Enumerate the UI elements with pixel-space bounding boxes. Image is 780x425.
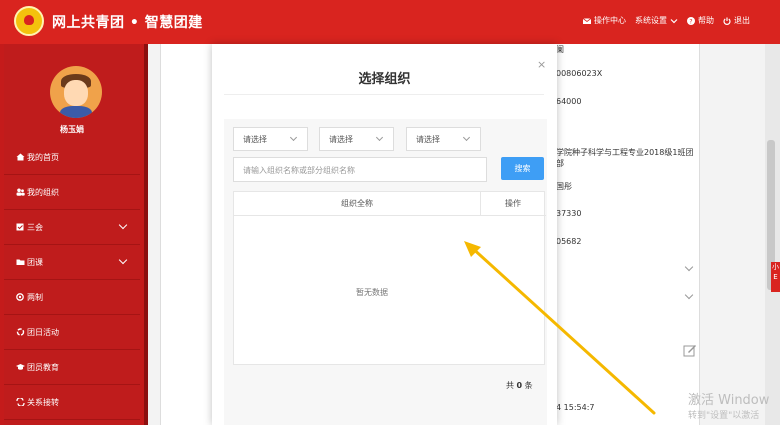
empty-state-text: 暂无数据 (356, 288, 388, 297)
sidebar-item-label: 我的组织 (27, 187, 59, 197)
total-suffix: 条 (524, 381, 533, 390)
avatar-face (64, 80, 88, 106)
sidebar-item-label: 关系接转 (27, 397, 59, 407)
total-count: 共 0 条 (506, 380, 533, 391)
graduation-icon (16, 364, 25, 370)
transfer-icon (16, 398, 25, 406)
floating-tab[interactable]: 小 E (771, 262, 780, 292)
sidebar-item-activity[interactable]: 团日活动 (4, 315, 140, 350)
league-logo-icon (14, 6, 44, 36)
svg-text:?: ? (689, 18, 692, 25)
bg-text: 00806023X (556, 69, 603, 78)
sidebar-item-label: 团日活动 (27, 327, 59, 337)
home-icon (16, 153, 25, 161)
brand-title: 网上共青团 • 智慧团建 (52, 15, 203, 31)
org-level-2-select[interactable]: 请选择 (319, 127, 394, 151)
recycle-icon (16, 328, 25, 336)
bg-text: 国彤 (556, 182, 572, 191)
search-button[interactable]: 搜索 (501, 157, 544, 180)
chevron-down-icon (462, 133, 471, 142)
help-link[interactable]: ? 帮助 (687, 15, 714, 26)
question-icon: ? (687, 16, 695, 25)
column-header-operation: 操作 (505, 199, 521, 208)
top-header: 网上共青团 • 智慧团建 操作中心 系统设置 ? 帮助 退出 (0, 0, 780, 44)
sidebar-item-label: 三会 (27, 222, 43, 232)
settings-menu[interactable]: 系统设置 (635, 15, 678, 26)
org-search-input[interactable]: 请输入组织名称或部分组织名称 (233, 157, 487, 182)
sidebar-item-label: 我的首页 (27, 152, 59, 162)
circle-icon (16, 293, 24, 301)
select-org-modal: 选择组织 × 请选择 请选择 请选择 请输入组织名称或部分组织名称 搜索 组织全… (212, 44, 557, 425)
table-header: 组织全称 操作 (234, 192, 546, 216)
bg-text: 37330 (556, 209, 582, 218)
avatar[interactable] (50, 66, 102, 118)
sidebar-item-my-org[interactable]: 我的组织 (4, 175, 140, 210)
edit-icon[interactable] (683, 343, 697, 357)
org-table: 组织全称 操作 暂无数据 (233, 191, 546, 365)
chevron-down-icon (118, 255, 128, 265)
bg-text: 05682 (556, 237, 582, 246)
sidebar-item-liangzhi[interactable]: 两制 (4, 280, 140, 315)
chevron-down-icon (670, 18, 678, 23)
group-icon (16, 188, 25, 196)
logout-label: 退出 (734, 16, 750, 25)
windows-watermark-sub: 转到"设置"以激活 (688, 411, 760, 421)
logout-link[interactable]: 退出 (723, 15, 750, 26)
bg-text: 4 15:54:7 (556, 403, 595, 412)
modal-body: 请选择 请选择 请选择 请输入组织名称或部分组织名称 搜索 组织全称 操作 暂无… (224, 119, 547, 425)
top-nav: 操作中心 系统设置 ? 帮助 退出 (583, 15, 750, 26)
sidebar-menu: 我的首页 我的组织 三会 团课 两制 团日活动 团员教育 关系接转 (4, 140, 140, 420)
sidebar-item-home[interactable]: 我的首页 (4, 140, 140, 175)
sidebar-item-sanhui[interactable]: 三会 (4, 210, 140, 245)
bg-text: 部 (556, 159, 564, 168)
folder-icon (16, 259, 25, 265)
select-value: 请选择 (416, 135, 440, 144)
chevron-down-icon (375, 133, 384, 142)
org-level-3-select[interactable]: 请选择 (406, 127, 481, 151)
select-value: 请选择 (243, 135, 267, 144)
avatar-body (60, 106, 92, 118)
modal-title: 选择组织 (358, 72, 411, 87)
username: 杨玉娟 (60, 125, 84, 134)
bg-text: 阑 (556, 45, 564, 54)
calendar-icon (16, 223, 24, 231)
mail-icon (583, 17, 591, 24)
divider (224, 94, 544, 95)
total-number: 0 (516, 381, 523, 390)
total-prefix: 共 (506, 381, 514, 390)
help-label: 帮助 (698, 16, 714, 25)
sidebar-item-label: 团员教育 (27, 362, 59, 372)
sidebar-item-tuanke[interactable]: 团课 (4, 245, 140, 280)
sidebar: 杨玉娟 我的首页 我的组织 三会 团课 两制 团日活动 团员教育 关系接转 (0, 44, 148, 425)
close-icon[interactable]: × (537, 58, 546, 71)
chevron-down-icon (118, 220, 128, 230)
windows-watermark: 激活 Window (688, 393, 770, 408)
ops-center-link[interactable]: 操作中心 (583, 15, 626, 26)
settings-label: 系统设置 (635, 16, 667, 25)
column-header-org-name: 组织全称 (234, 192, 481, 216)
ops-center-label: 操作中心 (594, 16, 626, 25)
sidebar-panel: 杨玉娟 我的首页 我的组织 三会 团课 两制 团日活动 团员教育 关系接转 (4, 44, 140, 425)
select-value: 请选择 (329, 135, 353, 144)
org-level-1-select[interactable]: 请选择 (233, 127, 308, 151)
bg-text: 64000 (556, 97, 582, 106)
sidebar-item-label: 团课 (27, 257, 43, 267)
sidebar-item-education[interactable]: 团员教育 (4, 350, 140, 385)
chevron-down-icon (289, 133, 298, 142)
power-icon (723, 17, 731, 25)
sidebar-item-transfer[interactable]: 关系接转 (4, 385, 140, 420)
bg-text: 学院种子科学与工程专业2018级1班团 (556, 148, 694, 157)
sidebar-item-label: 两制 (27, 292, 43, 302)
